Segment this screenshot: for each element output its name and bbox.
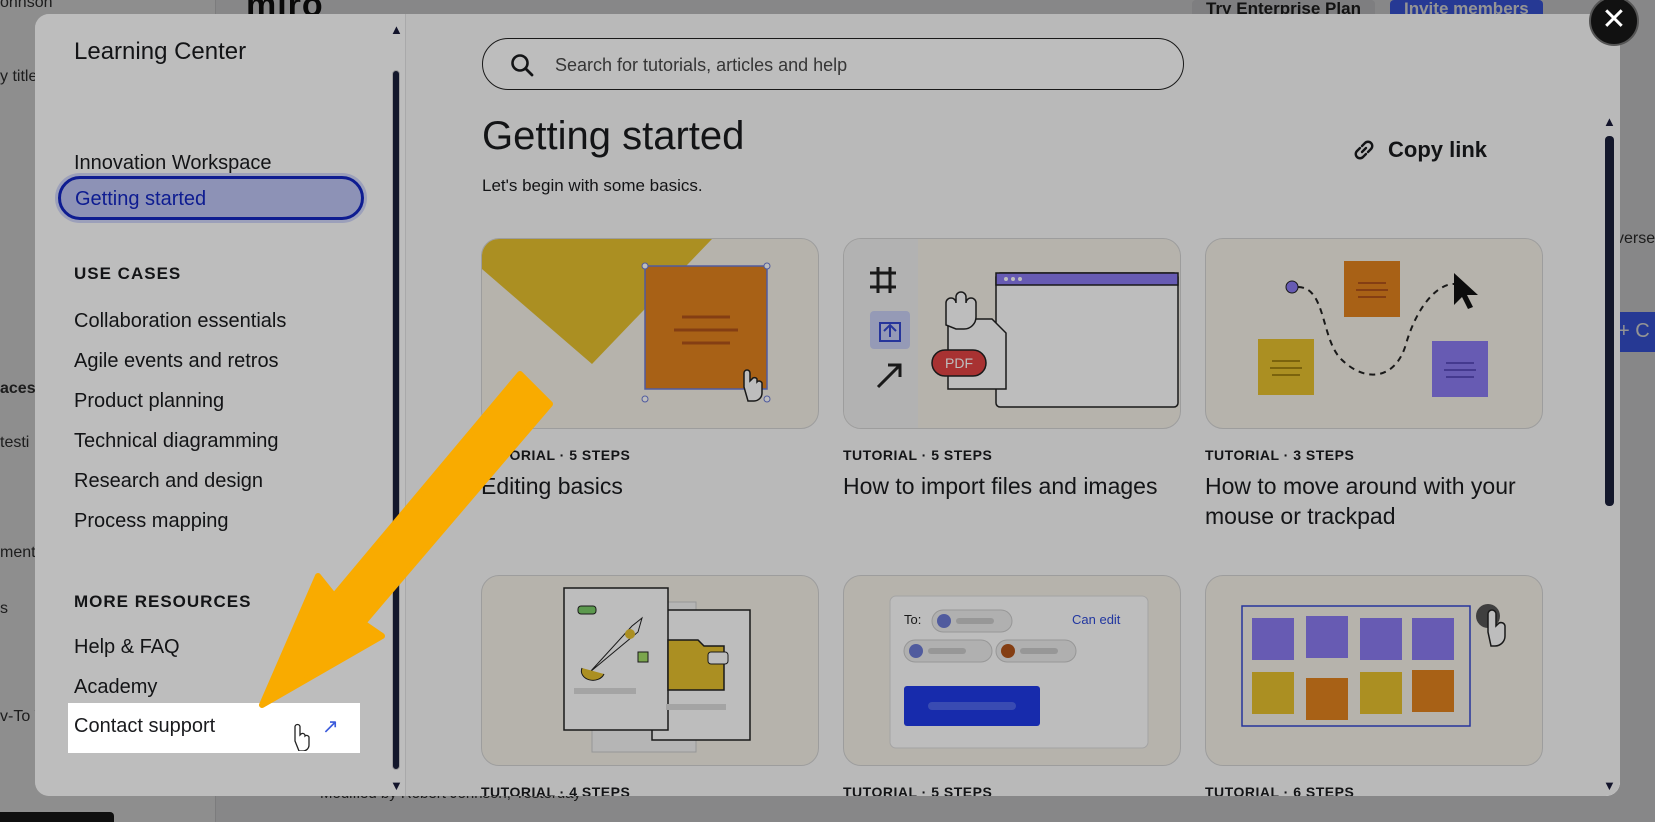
navigation-illustration [1258, 261, 1488, 397]
copy-link-label: Copy link [1388, 137, 1488, 162]
card-title: Editing basics [481, 473, 623, 499]
sidebar-title: Learning Center [74, 38, 247, 65]
content-scrollbar[interactable]: ▲ ▼ [1601, 114, 1617, 794]
tutorial-card-editing-basics[interactable]: TUTORIAL · 5 STEPS Editing basics [481, 238, 819, 501]
to-label-text: To: [904, 612, 921, 627]
link-icon [1354, 140, 1374, 160]
card-thumbnail [481, 238, 819, 429]
sidebar-item-research-design[interactable]: Research and design [74, 470, 263, 493]
sidebar-item-process-mapping[interactable]: Process mapping [74, 510, 229, 533]
card-meta: TUTORIAL · 5 STEPS [843, 447, 993, 463]
sidebar-scrollbar[interactable]: ▲ ▼ [388, 22, 404, 793]
sidebar-item-collaboration[interactable]: Collaboration essentials [74, 310, 286, 333]
card-meta: TUTORIAL · 5 STEPS [843, 784, 993, 796]
contact-support-label: Contact support [74, 715, 216, 737]
card-thumbnail [1205, 575, 1543, 766]
organize-illustration [1241, 604, 1506, 727]
learning-center-modal: Learning Center Innovation Workspace Get… [35, 14, 1620, 796]
content-scroll-up-arrow-icon[interactable]: ▲ [1603, 114, 1616, 129]
sidebar-item-product-planning[interactable]: Product planning [74, 390, 224, 413]
import-illustration: PDF [844, 239, 1179, 428]
more-resources-heading: MORE RESOURCES [74, 592, 252, 611]
tutorial-card-6-steps-organize[interactable]: TUTORIAL · 6 STEPS [1205, 575, 1543, 796]
page-subtitle: Let's begin with some basics. [482, 176, 703, 195]
editing-illustration [482, 239, 771, 403]
sidebar-item-agile[interactable]: Agile events and retros [74, 350, 279, 373]
tutorial-card-move-around[interactable]: TUTORIAL · 3 STEPS How to move around wi… [1205, 238, 1543, 531]
can-edit-text: Can edit [1072, 612, 1121, 627]
share-illustration: To: Can edit [889, 595, 1149, 749]
card-title: How to move around with your mouse or tr… [1205, 473, 1516, 529]
sidebar-scroll-thumb[interactable] [392, 70, 400, 770]
card-title: How to import files and images [843, 473, 1158, 499]
scroll-up-arrow-icon[interactable]: ▲ [390, 22, 403, 37]
sidebar-item-academy[interactable]: Academy [74, 676, 157, 699]
card-thumbnail [481, 575, 819, 766]
tutorial-card-5-steps-share[interactable]: To: Can edit TUTORIAL · 5 STEPS [843, 575, 1181, 796]
page-title: Getting started [482, 114, 745, 158]
search-input[interactable] [555, 51, 1155, 79]
card-meta: TUTORIAL · 4 STEPS [481, 784, 631, 796]
card-thumbnail [1205, 238, 1543, 429]
card-meta: TUTORIAL · 5 STEPS [481, 447, 631, 463]
card-meta: TUTORIAL · 6 STEPS [1205, 784, 1355, 796]
card-thumbnail: PDF [843, 238, 1181, 429]
pdf-badge-text: PDF [945, 355, 973, 371]
scroll-down-arrow-icon[interactable]: ▼ [390, 778, 403, 793]
sidebar-item-innovation-workspace[interactable]: Innovation Workspace [74, 152, 272, 175]
card-thumbnail: To: Can edit [843, 575, 1181, 766]
sidebar-item-help-faq[interactable]: Help & FAQ [74, 636, 180, 659]
learning-center-content: Getting started Let's begin with some ba… [405, 14, 1620, 796]
launch-illustration [563, 587, 751, 753]
external-link-arrow-icon: ↗ [322, 716, 339, 738]
tutorial-search-bar[interactable] [482, 38, 1184, 90]
card-meta: TUTORIAL · 3 STEPS [1205, 447, 1355, 463]
copy-link-button[interactable]: Copy link [1350, 136, 1487, 164]
hand-cursor-icon [294, 723, 310, 751]
tutorial-card-import-files[interactable]: PDF TUTORIAL · 5 STEPS How to import fil… [843, 238, 1181, 501]
search-icon [511, 54, 534, 77]
learning-center-sidebar: Learning Center Innovation Workspace Get… [35, 14, 405, 796]
tutorial-card-4-steps[interactable]: TUTORIAL · 4 STEPS [481, 575, 819, 796]
use-cases-heading: USE CASES [74, 264, 182, 283]
sidebar-item-getting-started[interactable]: Getting started [58, 176, 364, 220]
sidebar-item-technical-diagramming[interactable]: Technical diagramming [74, 430, 279, 453]
content-scroll-down-arrow-icon[interactable]: ▼ [1603, 778, 1616, 793]
content-scroll-thumb[interactable] [1605, 136, 1614, 506]
sidebar-item-contact-support[interactable]: Contact support ↗ [68, 703, 360, 753]
